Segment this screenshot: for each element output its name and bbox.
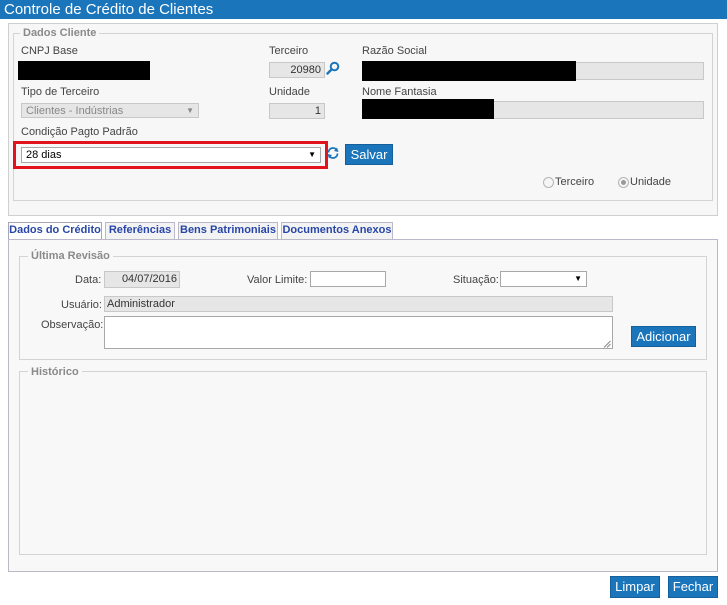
condicao-pagto-select[interactable]: 28 dias ▼: [21, 147, 321, 163]
nome-fantasia-redacted: [362, 99, 494, 119]
unidade-label: Unidade: [269, 86, 310, 98]
razao-social-label: Razão Social: [362, 45, 427, 57]
search-icon[interactable]: [326, 61, 340, 75]
observacao-textarea[interactable]: [104, 316, 613, 349]
situacao-select[interactable]: ▼: [500, 271, 587, 287]
radio-terceiro[interactable]: Terceiro: [543, 176, 594, 188]
adicionar-button[interactable]: Adicionar: [631, 326, 696, 347]
fechar-button[interactable]: Fechar: [668, 576, 718, 598]
condicao-pagto-value: 28 dias: [26, 149, 62, 161]
historico-fieldset: [19, 371, 707, 555]
terceiro-label: Terceiro: [269, 45, 309, 57]
chevron-down-icon: ▼: [574, 274, 582, 283]
situacao-label: Situação:: [453, 274, 499, 286]
observacao-label: Observação:: [41, 319, 104, 331]
historico-legend: Histórico: [28, 366, 82, 378]
terceiro-input[interactable]: 20980: [269, 62, 325, 78]
cnpj-base-redacted: [18, 61, 150, 80]
cnpj-base-label: CNPJ Base: [21, 45, 78, 57]
radio-terceiro-label: Terceiro: [555, 176, 595, 189]
radio-circle-icon: [543, 176, 554, 188]
window-title: Controle de Crédito de Clientes: [0, 0, 727, 19]
chevron-down-icon: ▼: [308, 150, 316, 159]
radio-checked-icon: [618, 176, 629, 188]
data-label: Data:: [75, 274, 102, 286]
refresh-icon[interactable]: [326, 146, 340, 160]
condicao-pagto-label: Condição Pagto Padrão: [21, 126, 138, 138]
usuario-label: Usuário:: [61, 299, 102, 311]
unidade-input[interactable]: 1: [269, 103, 325, 119]
salvar-button[interactable]: Salvar: [345, 144, 393, 165]
dados-cliente-legend: Dados Cliente: [20, 27, 100, 39]
tab-dados-credito[interactable]: Dados do Crédito: [8, 222, 102, 240]
data-input[interactable]: 04/07/2016: [104, 271, 180, 288]
tipo-terceiro-select[interactable]: Clientes - Indústrias ▼: [21, 103, 199, 118]
razao-social-redacted: [362, 61, 576, 81]
nome-fantasia-label: Nome Fantasia: [362, 86, 437, 98]
radio-unidade[interactable]: Unidade: [618, 176, 671, 188]
valor-limite-input[interactable]: [310, 271, 386, 287]
tab-bens-patrimoniais[interactable]: Bens Patrimoniais: [178, 222, 278, 239]
tipo-terceiro-label: Tipo de Terceiro: [21, 86, 100, 98]
resize-grip-icon[interactable]: [603, 339, 611, 348]
radio-unidade-label: Unidade: [630, 176, 671, 189]
tab-referencias[interactable]: Referências: [105, 222, 175, 239]
tipo-terceiro-value: Clientes - Indústrias: [26, 105, 124, 117]
tab-documentos-anexos[interactable]: Documentos Anexos: [281, 222, 393, 239]
ultima-revisao-legend: Última Revisão: [28, 250, 113, 262]
usuario-input[interactable]: Administrador: [104, 296, 613, 312]
limpar-button[interactable]: Limpar: [610, 576, 660, 598]
valor-limite-label: Valor Limite:: [247, 274, 308, 286]
chevron-down-icon: ▼: [186, 106, 194, 115]
